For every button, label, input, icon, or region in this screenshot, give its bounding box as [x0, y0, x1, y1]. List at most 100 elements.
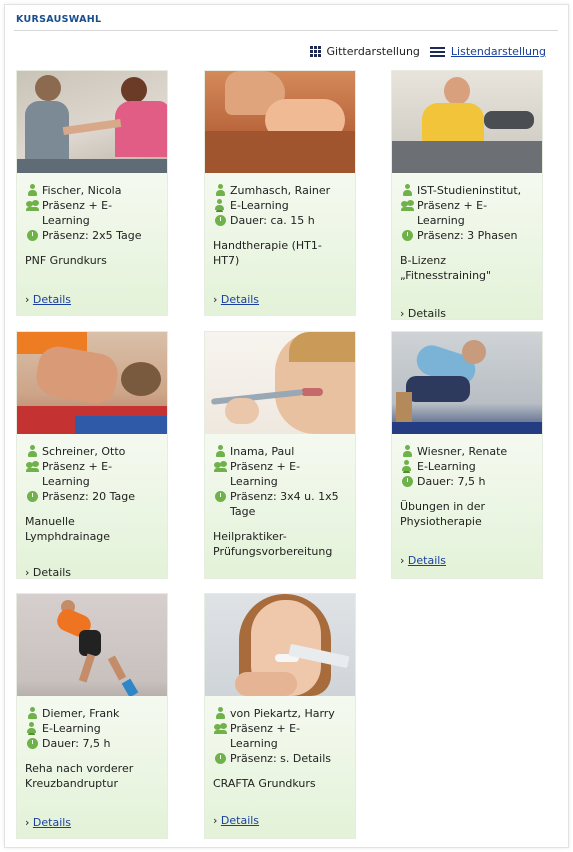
- details-link-row: › Details: [400, 307, 446, 320]
- course-title[interactable]: CRAFTA Grundkurs: [213, 776, 349, 791]
- course-card: Fischer, Nicola Präsenz + E- Learning Pr…: [16, 70, 168, 316]
- fitness-photo[interactable]: [392, 71, 542, 173]
- format-line: Präsenz + E- Learning: [25, 198, 161, 228]
- format-line: Präsenz + E- Learning: [213, 459, 349, 489]
- group-icon: [25, 198, 39, 212]
- person-icon: [25, 706, 39, 720]
- section-title: KURSAUSWAHL: [16, 14, 102, 25]
- instructor-line: Diemer, Frank: [25, 706, 161, 721]
- details-link[interactable]: Details: [408, 554, 446, 567]
- stretching-photo[interactable]: [392, 332, 542, 434]
- duration-line: Präsenz: s. Details: [213, 751, 349, 766]
- details-link[interactable]: Details: [33, 566, 71, 579]
- course-title[interactable]: Manuelle Lymphdrainage: [25, 514, 161, 544]
- details-link[interactable]: Details: [221, 293, 259, 306]
- e-learning-icon: [25, 721, 39, 735]
- course-title[interactable]: Reha nach vorderer Kreuzbandruptur: [25, 761, 161, 791]
- course-card: Inama, Paul Präsenz + E- Learning Präsen…: [204, 331, 356, 579]
- instructor-line: IST-Studieninstitut,: [400, 183, 536, 198]
- instructor-line: von Piekartz, Harry: [213, 706, 349, 721]
- details-chevron: ›: [25, 293, 30, 306]
- divider: [14, 30, 558, 31]
- course-title[interactable]: Handtherapie (HT1- HT7): [213, 238, 349, 268]
- thermometer-photo[interactable]: [205, 332, 355, 434]
- clock-icon: [213, 213, 227, 227]
- group-icon: [400, 198, 414, 212]
- details-link[interactable]: Details: [33, 816, 71, 829]
- duration-line: Präsenz: 2x5 Tage: [25, 228, 161, 243]
- e-learning-icon: [213, 198, 227, 212]
- course-card: Diemer, Frank E-Learning Dauer: 7,5 h Re…: [16, 593, 168, 839]
- instructor-line: Inama, Paul: [213, 444, 349, 459]
- course-card: Wiesner, Renate E-Learning Dauer: 7,5 h …: [391, 331, 543, 579]
- details-chevron: ›: [400, 554, 405, 567]
- list-view-icon[interactable]: [429, 46, 445, 57]
- duration-line: Präsenz: 20 Tage: [25, 489, 161, 504]
- instructor-line: Fischer, Nicola: [25, 183, 161, 198]
- details-chevron: ›: [25, 566, 30, 579]
- format-line: Präsenz + E- Learning: [400, 198, 536, 228]
- format-line: Präsenz + E- Learning: [25, 459, 161, 489]
- course-card: von Piekartz, Harry Präsenz + E- Learnin…: [204, 593, 356, 839]
- person-icon: [213, 183, 227, 197]
- group-icon: [25, 459, 39, 473]
- clock-icon: [400, 474, 414, 488]
- person-icon: [25, 444, 39, 458]
- details-link-row: › Details: [213, 293, 259, 306]
- list-view-link[interactable]: Listendarstellung: [451, 45, 546, 58]
- knee-rehab-photo[interactable]: [17, 594, 167, 696]
- instructor-line: Schreiner, Otto: [25, 444, 161, 459]
- hand-therapy-photo[interactable]: [205, 71, 355, 173]
- format-line: E-Learning: [25, 721, 161, 736]
- jaw-measure-photo[interactable]: [205, 594, 355, 696]
- instructor-line: Zumhasch, Rainer: [213, 183, 349, 198]
- group-icon: [213, 721, 227, 735]
- course-card: IST-Studieninstitut, Präsenz + E- Learni…: [391, 70, 543, 320]
- grid-view-icon[interactable]: [309, 46, 321, 57]
- details-link-row: › Details: [213, 814, 259, 827]
- clock-icon: [213, 751, 227, 765]
- instructor-line: Wiesner, Renate: [400, 444, 536, 459]
- details-link[interactable]: Details: [33, 293, 71, 306]
- course-title[interactable]: Übungen in der Physiotherapie: [400, 499, 536, 529]
- details-link-row: › Details: [400, 554, 446, 567]
- course-title[interactable]: B-Lizenz „Fitnesstraining": [400, 253, 536, 283]
- details-chevron: ›: [25, 816, 30, 829]
- duration-line: Präsenz: 3x4 u. 1x5 Tage: [213, 489, 349, 519]
- details-chevron: ›: [400, 307, 405, 320]
- clock-icon: [25, 736, 39, 750]
- course-title[interactable]: Heilpraktiker- Prüfungsvorbereitung: [213, 529, 349, 559]
- person-icon: [400, 183, 414, 197]
- duration-line: Dauer: 7,5 h: [25, 736, 161, 751]
- clock-icon: [25, 489, 39, 503]
- clock-icon: [213, 489, 227, 503]
- duration-line: Dauer: ca. 15 h: [213, 213, 349, 228]
- details-link-row: › Details: [25, 293, 71, 306]
- details-chevron: ›: [213, 814, 218, 827]
- person-icon: [25, 183, 39, 197]
- details-link[interactable]: Details: [221, 814, 259, 827]
- clock-icon: [25, 228, 39, 242]
- details-chevron: ›: [213, 293, 218, 306]
- view-toggle: Gitterdarstellung Listendarstellung: [309, 45, 546, 58]
- details-link-row: › Details: [25, 566, 71, 579]
- duration-line: Präsenz: 3 Phasen: [400, 228, 536, 243]
- person-icon: [400, 444, 414, 458]
- person-icon: [213, 706, 227, 720]
- grid-view-label: Gitterdarstellung: [326, 45, 420, 58]
- format-line: E-Learning: [400, 459, 536, 474]
- physiotherapy-photo[interactable]: [17, 71, 167, 173]
- course-card: Schreiner, Otto Präsenz + E- Learning Pr…: [16, 331, 168, 579]
- course-card: Zumhasch, Rainer E-Learning Dauer: ca. 1…: [204, 70, 356, 316]
- person-icon: [213, 444, 227, 458]
- course-title[interactable]: PNF Grundkurs: [25, 253, 161, 268]
- e-learning-icon: [400, 459, 414, 473]
- format-line: Präsenz + E- Learning: [213, 721, 349, 751]
- clock-icon: [400, 228, 414, 242]
- details-link[interactable]: Details: [408, 307, 446, 320]
- group-icon: [213, 459, 227, 473]
- details-link-row: › Details: [25, 816, 71, 829]
- lymph-drainage-photo[interactable]: [17, 332, 167, 434]
- format-line: E-Learning: [213, 198, 349, 213]
- duration-line: Dauer: 7,5 h: [400, 474, 536, 489]
